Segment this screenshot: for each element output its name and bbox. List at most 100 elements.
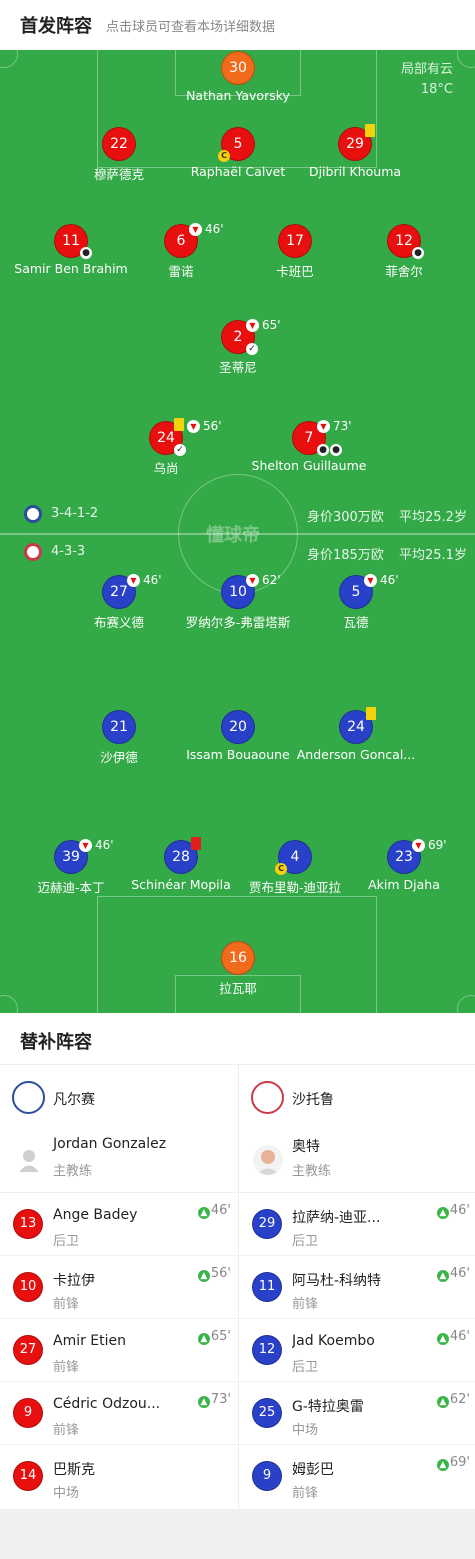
bench-player-name: Cédric Odzou... — [53, 1396, 161, 1412]
bench-player-name: 拉萨纳-迪亚... — [292, 1210, 381, 1226]
lineup-title: 首发阵容 — [20, 16, 92, 37]
sub-in-time: ▲ 62' — [436, 1392, 470, 1408]
bench-player-name: 巴斯克 — [53, 1462, 95, 1478]
sub-out-icon: ▼ — [364, 574, 377, 587]
bench-player[interactable]: 12 Jad Koembo 后卫 ▲ 46' — [239, 1319, 475, 1382]
bench-player-number: 10 — [13, 1272, 43, 1302]
goal-ball-icon: ● — [412, 247, 424, 259]
bench-player[interactable]: 9 姆彭巴 前锋 ▲ 69' — [239, 1445, 475, 1508]
number-text: 24 — [347, 719, 365, 735]
bench-player[interactable]: 10 卡拉伊 前锋 ▲ 56' — [0, 1256, 237, 1319]
sub-in-minute: 46' — [449, 1266, 470, 1281]
home-market-value: 身价300万欧 — [307, 510, 384, 525]
number-text: 11 — [62, 233, 80, 249]
sub-time: 56' — [203, 419, 222, 433]
player-home[interactable]: 7 ▼ ● ● 73' Shelton Guillaume — [234, 419, 384, 473]
player-number: 24 — [339, 707, 376, 744]
player-name: 瓦德 — [343, 615, 369, 630]
yellow-card-icon — [174, 418, 184, 431]
bench-title: 替补阵容 — [20, 1032, 92, 1053]
bench-player-name: 卡拉伊 — [53, 1273, 95, 1289]
player-home[interactable]: 12 ● 菲舍尔 — [329, 224, 475, 280]
coach-avatar — [253, 1145, 283, 1175]
bench-player-position: 前锋 — [292, 1486, 319, 1501]
sub-in-minute: 65' — [210, 1329, 231, 1344]
sub-in-time: ▲ 73' — [197, 1392, 231, 1408]
bench-player-name: Ange Badey — [53, 1207, 138, 1223]
number-text: 39 — [62, 849, 80, 865]
bench-player[interactable]: 11 阿马杜-科纳特 前锋 ▲ 46' — [239, 1256, 475, 1319]
bench-player-number: 27 — [13, 1335, 43, 1365]
player-away[interactable]: 24 Anderson Goncal... — [281, 707, 431, 762]
player-number: 21 — [102, 710, 136, 744]
sub-in-icon: ▲ — [436, 1270, 449, 1282]
bench-player-position: 后卫 — [292, 1234, 319, 1249]
coach-name: Jordan Gonzalez — [53, 1136, 167, 1152]
bench-player[interactable]: 9 Cédric Odzou... 前锋 ▲ 73' — [0, 1382, 237, 1445]
goal-ball-icon: ● — [330, 444, 342, 456]
player-home[interactable]: 2 ▼ ✓ 65' 圣蒂尼 — [163, 318, 313, 376]
home-team-logo — [24, 505, 42, 523]
player-away[interactable]: 5 ▼ 46' 瓦德 — [281, 573, 431, 631]
away-bench-column: 沙托鲁 奥特 主教练 29 拉萨纳-迪亚... 后卫 ▲ 46' 11 阿马杜-科… — [238, 1065, 475, 1509]
player-number: 2 ▼ ✓ — [221, 319, 259, 355]
sub-time: 46' — [143, 573, 162, 587]
player-number: 28 — [164, 837, 201, 874]
team-name: 沙托鲁 — [292, 1092, 334, 1108]
sub-in-time: ▲ 65' — [197, 1329, 231, 1345]
number-text: 7 — [304, 430, 314, 446]
player-name: 圣蒂尼 — [219, 360, 257, 375]
bench-player-number: 14 — [13, 1461, 43, 1491]
team-name: 凡尔赛 — [53, 1092, 95, 1108]
sub-out-icon: ▼ — [317, 420, 330, 433]
number-text: 24 — [157, 430, 175, 446]
pitch: 局部有云 18°C 懂球帝 30 Nathan Yavorsky 22 穆萨德克… — [0, 50, 475, 1013]
sub-out-icon: ▼ — [412, 839, 425, 852]
coach-role: 主教练 — [292, 1164, 332, 1179]
player-number: 29 — [338, 124, 375, 161]
number-text: 4 — [290, 849, 300, 865]
home-average-age: 平均25.2岁 — [399, 510, 467, 525]
away-coach[interactable]: 奥特 主教练 — [239, 1127, 475, 1193]
bench-player-position: 中场 — [53, 1486, 80, 1501]
player-home-goalkeeper[interactable]: 30 Nathan Yavorsky — [163, 51, 313, 103]
sub-time: 46' — [380, 573, 399, 587]
player-number: 17 — [278, 224, 312, 258]
player-number: 23 ▼ — [387, 839, 425, 874]
sub-time: 62' — [262, 573, 281, 587]
sub-in-icon: ▲ — [436, 1207, 449, 1219]
player-away-goalkeeper[interactable]: 16 拉瓦耶 — [163, 941, 313, 997]
player-away[interactable]: 23 ▼ 69' Akim Djaha — [329, 838, 475, 892]
bench-player[interactable]: 29 拉萨纳-迪亚... 后卫 ▲ 46' — [239, 1193, 475, 1256]
player-home[interactable]: 24 ▼ ✓ 56' 乌尚 — [91, 418, 241, 477]
goal-ball-icon: ● — [317, 444, 329, 456]
bench-player[interactable]: 27 Amir Etien 前锋 ▲ 65' — [0, 1319, 237, 1382]
number-text: 6 — [176, 233, 186, 249]
sub-in-time: ▲ 56' — [197, 1266, 231, 1282]
sub-out-icon: ▼ — [246, 319, 259, 332]
player-name: Akim Djaha — [368, 877, 440, 892]
bench-player-number: 9 — [13, 1398, 43, 1428]
assist-icon: ✓ — [174, 444, 186, 456]
player-number: 11 ● — [54, 224, 92, 259]
bench-player[interactable]: 13 Ange Badey 后卫 ▲ 46' — [0, 1193, 237, 1256]
sub-in-time: ▲ 46' — [197, 1203, 231, 1219]
captain-icon: C — [218, 150, 230, 162]
bench-player[interactable]: 14 巴斯克 中场 — [0, 1445, 237, 1508]
weather-info: 局部有云 18°C — [401, 60, 453, 100]
player-name: Djibril Khouma — [308, 164, 402, 179]
player-number: 27 ▼ — [102, 574, 140, 609]
home-team-logo — [12, 1081, 45, 1114]
sub-in-icon: ▲ — [197, 1207, 210, 1219]
number-text: 23 — [395, 849, 413, 865]
player-number: 6 ▼ — [164, 223, 202, 258]
bench-player[interactable]: 25 G-特拉奥雷 中场 ▲ 62' — [239, 1382, 475, 1445]
bench-player-position: 前锋 — [53, 1423, 80, 1438]
bench-player-name: 姆彭巴 — [292, 1462, 334, 1478]
coach-placeholder-icon — [19, 1150, 39, 1172]
player-home[interactable]: 29 Djibril Khouma — [280, 124, 430, 179]
home-coach[interactable]: Jordan Gonzalez 主教练 — [0, 1127, 237, 1193]
bench-player-name: 阿马杜-科纳特 — [292, 1273, 382, 1289]
player-name: 菲舍尔 — [385, 264, 423, 279]
number-text: 5 — [351, 584, 361, 600]
